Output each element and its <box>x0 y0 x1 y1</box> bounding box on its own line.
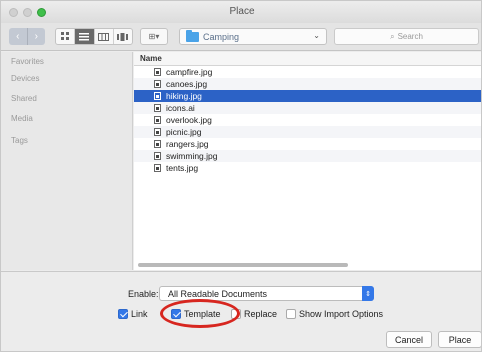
location-popup[interactable]: Camping ⌄ <box>179 28 327 45</box>
file-row[interactable]: canoes.jpg <box>134 78 481 90</box>
image-file-icon <box>154 92 161 100</box>
chevron-updown-icon: ⇕ <box>362 286 374 301</box>
file-name: canoes.jpg <box>166 79 208 89</box>
icon-view-button[interactable] <box>56 29 76 44</box>
file-name: campfire.jpg <box>166 67 213 77</box>
highlight-ring-annotation <box>160 299 240 328</box>
file-row[interactable]: icons.ai <box>134 102 481 114</box>
sidebar-header-media[interactable]: Media <box>11 114 33 123</box>
sidebar-header-shared[interactable]: Shared <box>11 94 37 103</box>
image-file-icon <box>154 140 161 148</box>
file-row[interactable]: hiking.jpg <box>134 90 481 102</box>
link-checkbox[interactable] <box>118 309 128 319</box>
forward-button[interactable]: › <box>28 28 46 45</box>
show-import-options-label: Show Import Options <box>299 309 384 319</box>
location-label: Camping <box>203 32 240 42</box>
back-button[interactable]: ‹ <box>9 28 28 45</box>
sidebar-header-favorites[interactable]: Favorites <box>11 57 44 66</box>
place-button[interactable]: Place <box>438 331 481 348</box>
file-row[interactable]: tents.jpg <box>134 162 481 174</box>
chevron-left-icon: ‹ <box>16 31 20 42</box>
sidebar-header-devices[interactable]: Devices <box>11 74 39 83</box>
options-panel: Enable: All Readable Documents ⇕ Link Te… <box>1 271 481 351</box>
image-file-icon <box>154 104 161 112</box>
image-file-icon <box>154 116 161 124</box>
file-name: swimming.jpg <box>166 151 218 161</box>
view-mode-segmented-control <box>55 28 133 45</box>
column-header-name[interactable]: Name <box>134 52 481 66</box>
title-bar: Place <box>1 1 481 23</box>
cover-flow-view-button[interactable] <box>114 29 132 44</box>
arrange-menu-button[interactable]: ⊞▾ <box>140 28 168 45</box>
cancel-button[interactable]: Cancel <box>386 331 432 348</box>
list-lines-icon <box>79 32 90 40</box>
chevron-right-icon: › <box>34 31 38 42</box>
file-name: overlook.jpg <box>166 115 212 125</box>
file-name: icons.ai <box>166 103 195 113</box>
file-name: hiking.jpg <box>166 91 202 101</box>
enable-value: All Readable Documents <box>168 289 268 299</box>
link-checkbox-label: Link <box>131 309 148 319</box>
search-field[interactable]: ⌕ Search <box>334 28 479 45</box>
file-row[interactable]: picnic.jpg <box>134 126 481 138</box>
file-row[interactable]: swimming.jpg <box>134 150 481 162</box>
file-browser: Name campfire.jpg canoes.jpg hiking.jpg ico… <box>134 52 481 270</box>
folder-icon <box>186 30 199 42</box>
place-dialog: Place ‹ › ⊞▾ Camping ⌄ ⌕ Search Favorite… <box>0 0 482 352</box>
replace-checkbox-label: Replace <box>244 309 278 319</box>
image-file-icon <box>154 164 161 172</box>
columns-icon <box>98 32 110 41</box>
column-view-button[interactable] <box>95 29 114 44</box>
cover-flow-icon <box>117 32 129 41</box>
icon-grid-icon <box>60 32 69 40</box>
file-name: picnic.jpg <box>166 127 202 137</box>
file-name: rangers.jpg <box>166 139 209 149</box>
list-view-button[interactable] <box>75 29 95 44</box>
file-row[interactable]: rangers.jpg <box>134 138 481 150</box>
toolbar: ‹ › ⊞▾ Camping ⌄ ⌕ Search <box>1 23 481 51</box>
search-placeholder: Search <box>397 32 423 41</box>
window-title: Place <box>229 6 255 17</box>
enable-label: Enable: <box>128 289 159 299</box>
sidebar: Favorites Devices Shared Media Tags <box>1 52 133 270</box>
search-icon: ⌕ <box>390 31 395 41</box>
image-file-icon <box>154 68 161 76</box>
image-file-icon <box>154 152 161 160</box>
image-file-icon <box>154 128 161 136</box>
show-import-options-checkbox[interactable] <box>286 309 296 319</box>
horizontal-scrollbar[interactable] <box>138 263 348 267</box>
image-file-icon <box>154 80 161 88</box>
navigation-buttons: ‹ › <box>9 28 45 45</box>
sidebar-header-tags[interactable]: Tags <box>11 136 28 145</box>
file-row[interactable]: campfire.jpg <box>134 66 481 78</box>
file-list: campfire.jpg canoes.jpg hiking.jpg icons.ai… <box>134 66 481 174</box>
chevron-updown-icon: ⌄ <box>313 31 320 40</box>
file-name: tents.jpg <box>166 163 199 173</box>
file-row[interactable]: overlook.jpg <box>134 114 481 126</box>
column-header-label: Name <box>140 54 162 63</box>
